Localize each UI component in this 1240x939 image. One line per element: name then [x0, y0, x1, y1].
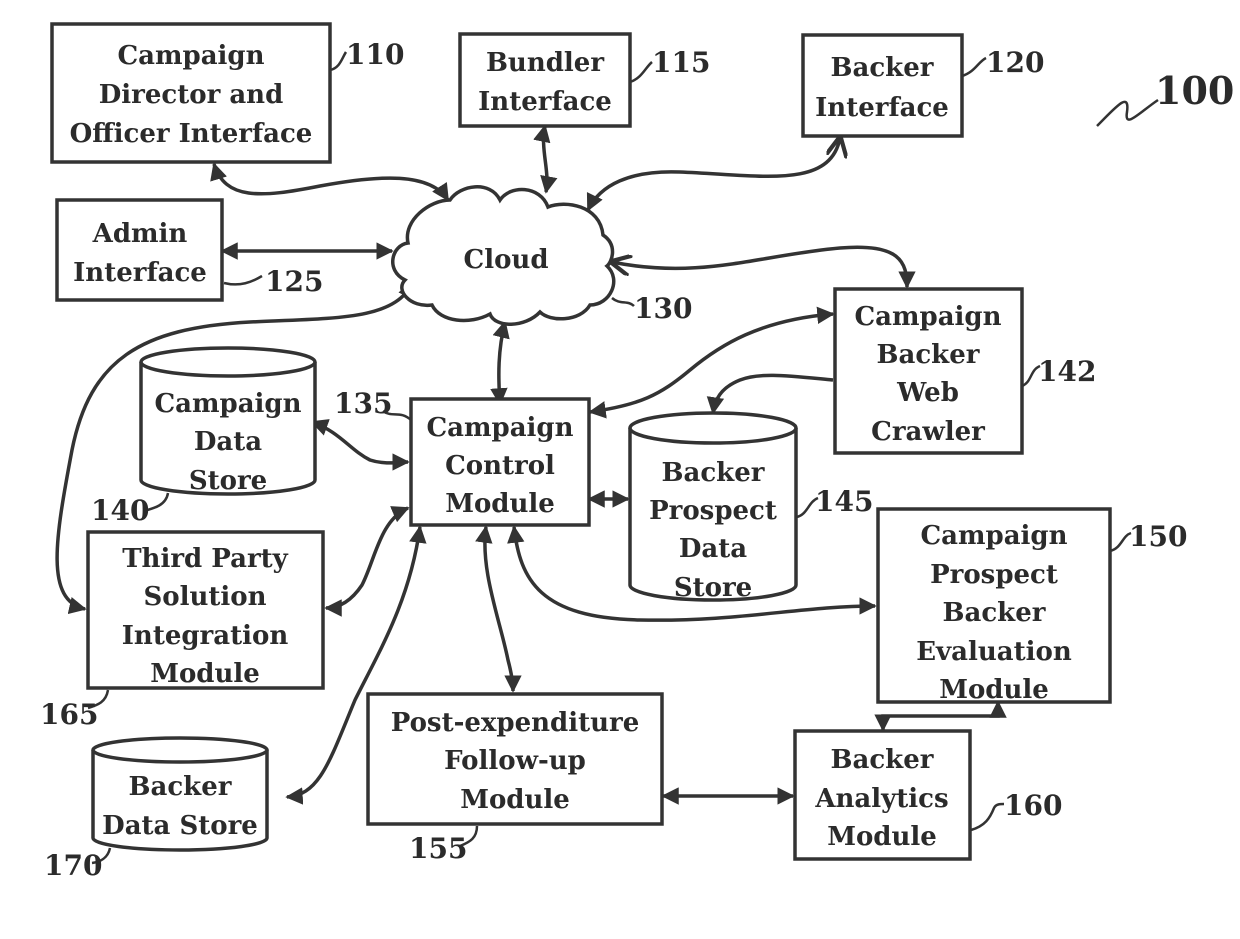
node-label: Module [150, 659, 260, 689]
node-backer-interface[interactable]: Backer Interface 120 [801, 33, 1044, 138]
node-label: Campaign [426, 413, 573, 443]
ref-number: 110 [346, 38, 404, 71]
edge-control-followup [475, 525, 522, 693]
edge-web-crawler-control [588, 306, 835, 419]
ref-number: 160 [1004, 789, 1062, 822]
leader-line [961, 56, 987, 78]
node-label: Web [896, 378, 959, 408]
node-director-interface[interactable]: Campaign Director and Officer Interface … [50, 22, 404, 164]
ref-number: 150 [1129, 520, 1187, 553]
node-label: Admin [92, 219, 188, 249]
node-label: Solution [143, 582, 266, 612]
node-label: Store [674, 573, 752, 603]
node-label: Module [827, 822, 937, 852]
node-label: Data [679, 534, 747, 564]
node-label: Evaluation [916, 637, 1072, 667]
node-label: Control [445, 451, 555, 481]
node-label: Backer [877, 340, 980, 370]
cylinder-top [139, 346, 317, 378]
leader-line [629, 61, 653, 84]
ref-number: 120 [986, 46, 1044, 79]
node-label: Backer [129, 772, 232, 802]
node-label: Campaign [854, 302, 1001, 332]
ref-number: 125 [265, 265, 323, 298]
ref-number: 115 [652, 46, 710, 79]
node-evaluation-module[interactable]: Campaign Prospect Backer Evaluation Modu… [876, 507, 1187, 705]
node-followup-module[interactable]: Post-expenditure Follow-up Module 155 [366, 692, 664, 865]
figure-reference: 100 [1096, 68, 1234, 127]
node-label: Director and [99, 80, 284, 110]
node-label: Backer [831, 745, 934, 775]
node-web-crawler[interactable]: Campaign Backer Web Crawler 142 [833, 287, 1096, 455]
node-label: Backer [943, 598, 1046, 628]
leader-line [611, 296, 635, 307]
node-label: Integration [122, 621, 289, 651]
ref-number: 135 [334, 387, 392, 420]
edge-web-crawler-prospect-store [706, 373, 834, 415]
node-label: Officer Interface [70, 119, 313, 149]
node-campaign-data-store[interactable]: Campaign Data Store 140 [91, 346, 317, 527]
node-label: Interface [73, 258, 207, 288]
node-bundler-interface[interactable]: Bundler Interface 115 [458, 32, 710, 128]
node-label: Backer [831, 53, 934, 83]
node-label: Module [445, 489, 555, 519]
leader-line [970, 802, 1005, 832]
cylinder-top [91, 736, 269, 764]
edge-backer-interface-cloud [586, 138, 840, 210]
edge-control-third-party [324, 506, 410, 617]
node-label: Campaign [117, 41, 264, 71]
node-control-module[interactable]: Campaign Control Module 135 [334, 387, 591, 527]
node-label: Follow-up [444, 746, 586, 776]
leader-line [1096, 98, 1159, 127]
node-label: Campaign [154, 389, 301, 419]
node-label: Prospect [649, 496, 777, 526]
node-label: Crawler [871, 417, 985, 447]
leader-line [329, 51, 348, 72]
node-third-party-module[interactable]: Third Party Solution Integration Module … [40, 530, 325, 731]
node-label: Prospect [930, 560, 1058, 590]
node-label: Backer [662, 458, 765, 488]
node-label: Third Party [122, 544, 288, 574]
node-analytics-module[interactable]: Backer Analytics Module 160 [793, 729, 1062, 861]
figure-number: 100 [1155, 68, 1234, 113]
node-label: Store [189, 466, 267, 496]
node-label: Module [939, 675, 1049, 705]
node-label: Analytics [814, 784, 948, 814]
ref-number: 142 [1038, 355, 1096, 388]
node-label: Interface [478, 87, 612, 117]
edge-cloud-control [490, 320, 510, 406]
ref-number: 170 [44, 849, 102, 882]
ref-number: 130 [634, 292, 692, 325]
leader-line [1109, 531, 1132, 553]
edge-campaign-store-control [310, 419, 410, 471]
system-diagram: Campaign Director and Officer Interface … [40, 22, 1234, 882]
edge-cloud-web-crawler [612, 245, 907, 287]
ref-number: 140 [91, 494, 149, 527]
cylinder-top [628, 411, 798, 445]
edge-director-cloud [210, 162, 450, 202]
edge-evaluation-analytics [874, 700, 1007, 732]
node-label: Cloud [464, 245, 549, 275]
ref-number: 155 [409, 832, 467, 865]
ref-number: 165 [40, 698, 98, 731]
ref-number: 145 [815, 485, 873, 518]
node-label: Data Store [102, 811, 258, 841]
node-label: Data [194, 427, 262, 457]
node-label: Module [460, 785, 570, 815]
node-label: Bundler [486, 48, 604, 78]
node-label: Post-expenditure [391, 708, 640, 738]
node-backer-data-store[interactable]: Backer Data Store 170 [44, 736, 269, 882]
edge-bundler-cloud [533, 124, 558, 194]
node-label: Campaign [920, 521, 1067, 551]
node-cloud[interactable]: Cloud 130 [391, 185, 693, 326]
leader-line [223, 274, 263, 286]
node-label: Interface [815, 93, 949, 123]
